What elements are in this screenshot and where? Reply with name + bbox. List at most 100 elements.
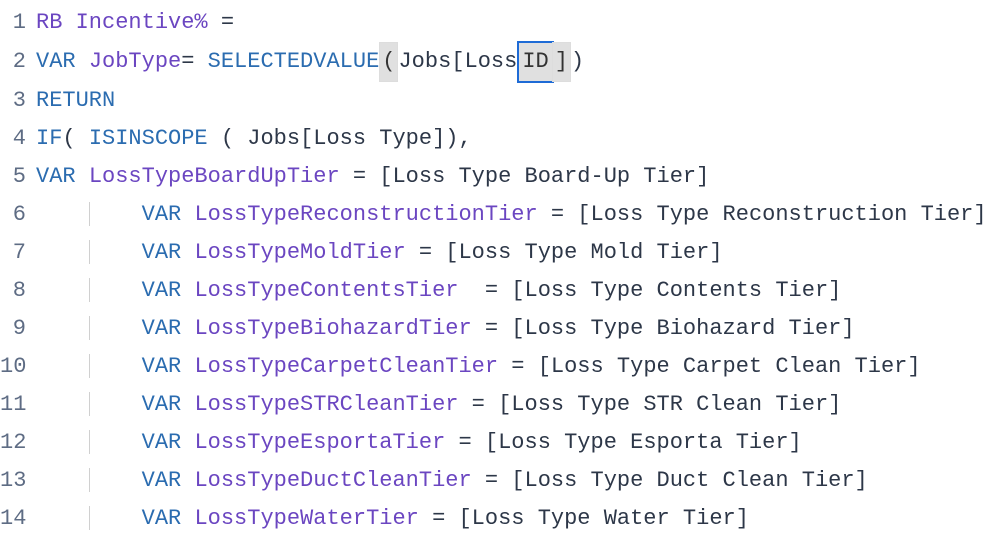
code-line[interactable]: 10 VAR LossTypeCarpetCleanTier = [Loss T… [0, 348, 1002, 386]
line-number: 14 [0, 500, 36, 538]
indent-guide [89, 468, 90, 492]
code-token: VAR [142, 240, 182, 265]
indent-guide [89, 316, 90, 340]
line-number: 4 [0, 120, 36, 158]
code-token [181, 392, 194, 417]
code-token: = [Loss Type Water Tier] [419, 506, 749, 531]
code-line[interactable]: 1RB Incentive% = [0, 4, 1002, 42]
code-content[interactable]: VAR LossTypeBoardUpTier = [Loss Type Boa… [36, 158, 1002, 196]
code-content[interactable]: VAR LossTypeMoldTier = [Loss Type Mold T… [36, 234, 1002, 272]
code-token: = [Loss Type Duct Clean Tier] [472, 468, 868, 493]
code-token [181, 240, 194, 265]
code-line[interactable]: 11 VAR LossTypeSTRCleanTier = [Loss Type… [0, 386, 1002, 424]
code-token: LossTypeBoardUpTier [89, 164, 340, 189]
code-token: Jobs[Loss [398, 49, 517, 74]
code-token [181, 202, 194, 227]
code-token: = [Loss Type Board-Up Tier] [340, 164, 710, 189]
code-content[interactable]: VAR LossTypeContentsTier = [Loss Type Co… [36, 272, 1002, 310]
code-line[interactable]: 4IF( ISINSCOPE ( Jobs[Loss Type]), [0, 120, 1002, 158]
code-token: IF [36, 126, 62, 151]
code-token: ) [571, 49, 584, 74]
code-token [76, 49, 89, 74]
code-token: JobType [89, 49, 181, 74]
code-line[interactable]: 9 VAR LossTypeBiohazardTier = [Loss Type… [0, 310, 1002, 348]
code-content[interactable]: VAR LossTypeBiohazardTier = [Loss Type B… [36, 310, 1002, 348]
dax-code-editor[interactable]: 1RB Incentive% =2VAR JobType= SELECTEDVA… [0, 4, 1002, 538]
code-token: = [Loss Type Biohazard Tier] [472, 316, 855, 341]
indent-guide [89, 392, 90, 416]
code-token: = [181, 49, 207, 74]
code-token [181, 316, 194, 341]
code-line[interactable]: 5VAR LossTypeBoardUpTier = [Loss Type Bo… [0, 158, 1002, 196]
code-token: VAR [142, 430, 182, 455]
code-token: = [Loss Type Mold Tier] [406, 240, 723, 265]
code-content[interactable]: VAR JobType= SELECTEDVALUE(Jobs[LossID]) [36, 42, 1002, 82]
indent-guide [89, 240, 90, 264]
matched-bracket: ( [379, 42, 398, 82]
code-token: VAR [142, 316, 182, 341]
code-token [181, 430, 194, 455]
code-token: LossTypeSTRCleanTier [194, 392, 458, 417]
code-token [181, 506, 194, 531]
line-number: 5 [0, 158, 36, 196]
code-token: = [Loss Type Carpet Clean Tier] [498, 354, 920, 379]
code-token: ( Jobs[Loss Type]), [208, 126, 472, 151]
code-token: VAR [142, 278, 182, 303]
matched-bracket: ] [552, 42, 571, 82]
code-line[interactable]: 7 VAR LossTypeMoldTier = [Loss Type Mold… [0, 234, 1002, 272]
code-token: ( [62, 126, 88, 151]
code-line[interactable]: 3RETURN [0, 82, 1002, 120]
indent-guide [89, 430, 90, 454]
code-token: = [Loss Type Esporta Tier] [445, 430, 801, 455]
code-token [76, 164, 89, 189]
code-line[interactable]: 12 VAR LossTypeEsportaTier = [Loss Type … [0, 424, 1002, 462]
line-number: 3 [0, 82, 36, 120]
indent-guide [89, 506, 90, 530]
line-number: 10 [0, 348, 36, 386]
code-content[interactable]: VAR LossTypeSTRCleanTier = [Loss Type ST… [36, 386, 1002, 424]
code-token: SELECTEDVALUE [208, 49, 380, 74]
code-line[interactable]: 14 VAR LossTypeWaterTier = [Loss Type Wa… [0, 500, 1002, 538]
code-line[interactable]: 8 VAR LossTypeContentsTier = [Loss Type … [0, 272, 1002, 310]
code-line[interactable]: 13 VAR LossTypeDuctCleanTier = [Loss Typ… [0, 462, 1002, 500]
code-content[interactable]: VAR LossTypeDuctCleanTier = [Loss Type D… [36, 462, 1002, 500]
line-number: 8 [0, 272, 36, 310]
code-token [181, 468, 194, 493]
code-token: LossTypeEsportaTier [194, 430, 445, 455]
code-token: RETURN [36, 88, 115, 113]
code-token: ISINSCOPE [89, 126, 208, 151]
code-token [181, 278, 194, 303]
code-token: VAR [142, 202, 182, 227]
code-content[interactable]: IF( ISINSCOPE ( Jobs[Loss Type]), [36, 120, 1002, 158]
line-number: 2 [0, 43, 36, 81]
line-number: 12 [0, 424, 36, 462]
line-number: 1 [0, 4, 36, 42]
selected-token[interactable]: ID [519, 43, 551, 81]
code-token: VAR [142, 468, 182, 493]
code-content[interactable]: RB Incentive% = [36, 4, 1002, 42]
code-token: VAR [142, 354, 182, 379]
code-content[interactable]: VAR LossTypeEsportaTier = [Loss Type Esp… [36, 424, 1002, 462]
code-token: VAR [142, 506, 182, 531]
code-token: LossTypeReconstructionTier [194, 202, 537, 227]
indent-guide [89, 278, 90, 302]
code-token: = [208, 10, 234, 35]
code-token: VAR [142, 392, 182, 417]
code-token: LossTypeWaterTier [194, 506, 418, 531]
code-token: VAR [36, 164, 76, 189]
code-line[interactable]: 6 VAR LossTypeReconstructionTier = [Loss… [0, 196, 1002, 234]
code-token: VAR [36, 49, 76, 74]
code-token: = [Loss Type Contents Tier] [458, 278, 841, 303]
code-token: = [Loss Type STR Clean Tier] [458, 392, 841, 417]
code-content[interactable]: VAR LossTypeReconstructionTier = [Loss T… [36, 196, 1002, 234]
code-token: RB Incentive% [36, 10, 208, 35]
text-cursor [584, 49, 586, 74]
line-number: 9 [0, 310, 36, 348]
code-line[interactable]: 2VAR JobType= SELECTEDVALUE(Jobs[LossID]… [0, 42, 1002, 82]
code-content[interactable]: VAR LossTypeCarpetCleanTier = [Loss Type… [36, 348, 1002, 386]
line-number: 13 [0, 462, 36, 500]
code-content[interactable]: VAR LossTypeWaterTier = [Loss Type Water… [36, 500, 1002, 538]
code-token [181, 354, 194, 379]
code-content[interactable]: RETURN [36, 82, 1002, 120]
code-token: LossTypeDuctCleanTier [194, 468, 471, 493]
